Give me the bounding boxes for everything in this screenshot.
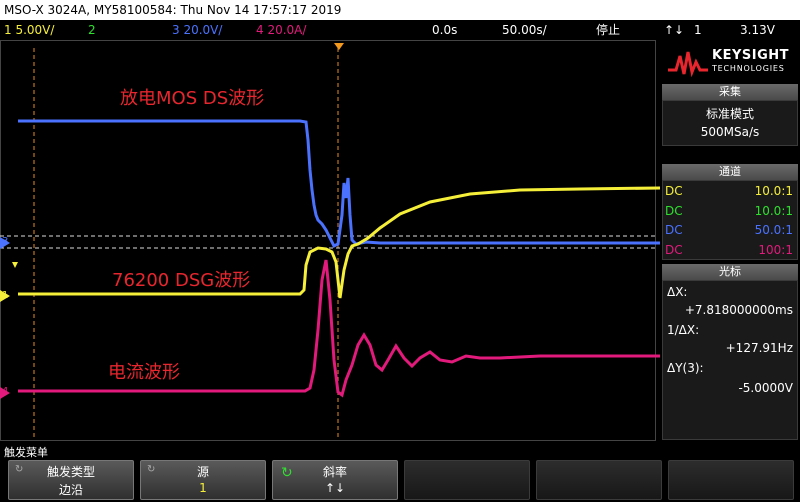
channels-header: 通道 <box>662 164 798 180</box>
acquire-mode: 标准模式 <box>705 107 754 121</box>
softkey-source[interactable]: ↻ 源 1 <box>140 460 266 500</box>
softkey-empty-4[interactable] <box>404 460 530 500</box>
logo-brand: KEYSIGHT <box>712 48 789 63</box>
ch1-scale[interactable]: 1 5.00V/ <box>4 20 54 40</box>
keysight-wave-icon <box>668 51 708 78</box>
cursor-dy-label: ΔY(3): <box>667 361 704 375</box>
annotation-dsg: 76200 DSG波形 <box>112 270 251 291</box>
acquire-body[interactable]: 标准模式 500MSa/s <box>662 100 798 146</box>
time-div[interactable]: 50.00s/ <box>502 20 547 40</box>
trigger-level-marker <box>12 262 18 268</box>
ch4-scale[interactable]: 4 20.0A/ <box>256 20 306 40</box>
cursor-inv-label: 1/ΔX: <box>667 323 700 337</box>
trigger-slope-icon: ↑↓ <box>664 23 685 37</box>
menu-title: 触发菜单 <box>4 446 48 459</box>
softkey-empty-6[interactable] <box>668 460 794 500</box>
trigger-position-marker <box>334 43 344 50</box>
softkey-bar: 触发菜单 ↻ 触发类型 边沿 ↻ 源 1 ↻ 斜率 ↑↓ <box>0 442 800 502</box>
channels-body[interactable]: DC 10.0:1 DC 10.0:1 DC 50.0:1 DC 100:1 <box>662 180 798 260</box>
ch4-marker-label: 4 <box>2 386 9 397</box>
channel-row-3[interactable]: DC 50.0:1 <box>663 221 797 239</box>
ch3-trace-mos-ds <box>18 119 660 249</box>
keysight-logo: KEYSIGHT TECHNOLOGIES <box>662 42 798 82</box>
title-bar: MSO-X 3024A, MY58100584: Thu Nov 14 17:5… <box>0 0 800 20</box>
cursor-dy-value: -5.0000V <box>738 381 793 395</box>
logo-sub: TECHNOLOGIES <box>712 64 785 73</box>
trigger-source: 1 <box>694 23 702 37</box>
softkey-slope[interactable]: ↻ 斜率 ↑↓ <box>272 460 398 500</box>
cursor-inv-value: +127.91Hz <box>725 341 793 355</box>
softkey-trigger-type[interactable]: ↻ 触发类型 边沿 <box>8 460 134 500</box>
cursors-header: 光标 <box>662 264 798 280</box>
title-text: MSO-X 3024A, MY58100584: Thu Nov 14 17:5… <box>4 3 342 17</box>
channel-row-1[interactable]: DC 10.0:1 <box>663 182 797 200</box>
acquire-rate: 500MSa/s <box>700 125 760 139</box>
cursors-body[interactable]: ΔX: +7.818000000ms 1/ΔX: +127.91Hz ΔY(3)… <box>662 280 798 440</box>
ch1-marker-label: 1 <box>2 290 9 301</box>
waveform-svg <box>0 40 660 441</box>
cursor-dx-label: ΔX: <box>667 285 688 299</box>
waveform-display[interactable]: 放电MOS DS波形 76200 DSG波形 电流波形 1 3 4 <box>0 40 660 442</box>
acquire-header: 采集 <box>662 84 798 100</box>
channel-row-2[interactable]: DC 10.0:1 <box>663 202 797 220</box>
annotation-mos-ds: 放电MOS DS波形 <box>120 88 265 109</box>
run-state: 停止 <box>596 23 621 37</box>
trigger-level: 3.13V <box>740 23 775 37</box>
time-delay[interactable]: 0.0s <box>432 20 457 40</box>
graticule-border <box>0 40 656 441</box>
ch2-scale[interactable]: 2 <box>88 20 96 40</box>
annotation-current: 电流波形 <box>108 362 180 383</box>
cursor-dx-value: +7.818000000ms <box>684 303 793 317</box>
channel-row-4[interactable]: DC 100:1 <box>663 241 797 259</box>
ch3-marker-label: 3 <box>2 236 9 247</box>
status-bar: 1 5.00V/ 2 3 20.0V/ 4 20.0A/ 0.0s 50.00s… <box>0 20 800 40</box>
softkey-empty-5[interactable] <box>536 460 662 500</box>
ch3-scale[interactable]: 3 20.0V/ <box>172 20 222 40</box>
